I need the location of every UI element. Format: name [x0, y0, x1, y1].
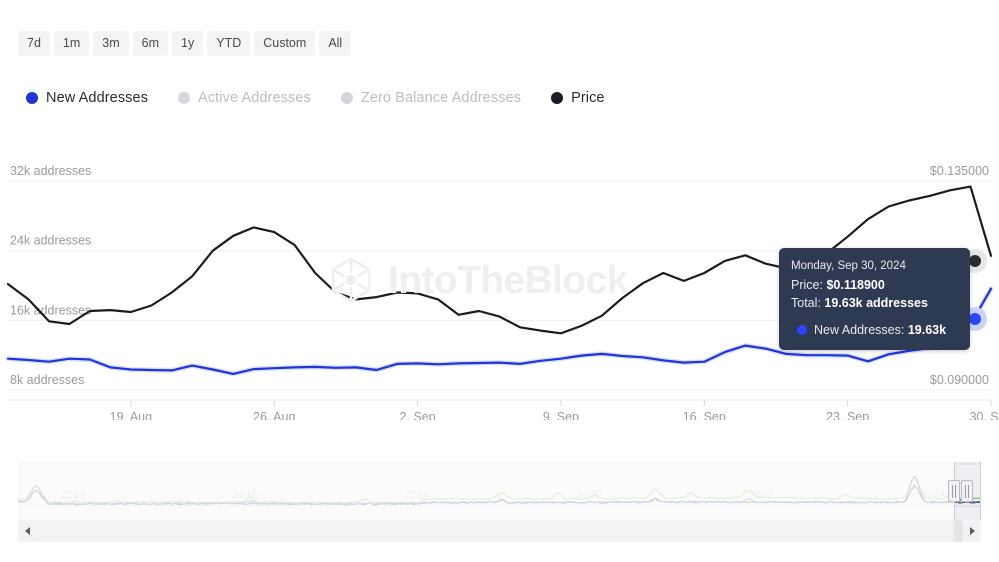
tooltip-series-row: New Addresses: 19.63k [791, 321, 958, 339]
legend-item-active-addresses[interactable]: Active Addresses [178, 90, 311, 106]
tooltip-series-label: New Addresses: [814, 322, 905, 337]
navigator-scrollbar[interactable] [18, 520, 981, 542]
x-axis-tick-label: 19. Aug [110, 410, 152, 420]
navigator-handle-right[interactable] [961, 480, 973, 502]
range-button-ytd[interactable]: YTD [207, 31, 251, 56]
tooltip-total-label: Total: [791, 295, 821, 310]
new-addresses-point-marker[interactable] [969, 313, 981, 325]
legend-label: Zero Balance Addresses [360, 90, 522, 106]
y-axis-left-tick-label: 16k addresses [10, 303, 91, 317]
chart-page: 7d 1m 3m 6m 1y YTD Custom All New Addres… [0, 0, 999, 562]
range-button-6m[interactable]: 6m [132, 31, 169, 56]
price-point-marker[interactable] [969, 255, 981, 267]
range-button-3m[interactable]: 3m [93, 31, 129, 56]
chevron-left-icon [24, 527, 30, 535]
x-axis-tick-label: 26. Aug [253, 410, 295, 420]
tooltip-total-value: 19.63k addresses [824, 295, 928, 310]
scrollbar-left-arrow-button[interactable] [18, 520, 36, 542]
range-button-custom[interactable]: Custom [254, 31, 316, 56]
tooltip-series-value: 19.63k [907, 322, 947, 337]
scrollbar-thumb[interactable] [954, 520, 963, 542]
y-axis-right-tick-label: $0.135000 [930, 164, 989, 178]
chart-navigator[interactable]: 201420162018202020222024 [18, 462, 981, 520]
legend-label: New Addresses [46, 90, 149, 106]
y-axis-left-tick-label: 32k addresses [10, 164, 91, 178]
range-button-7d[interactable]: 7d [18, 31, 50, 56]
legend-dot-icon [178, 92, 191, 104]
legend-item-price[interactable]: Price [551, 90, 605, 106]
legend-label: Active Addresses [198, 90, 311, 106]
x-axis-tick-label: 16. Sep [683, 410, 726, 420]
range-button-1y[interactable]: 1y [172, 31, 204, 56]
x-axis-tick-label: 2. Sep [400, 410, 436, 420]
legend-dot-icon [340, 92, 353, 104]
y-axis-right-tick-label: $0.090000 [930, 373, 989, 387]
navigator-handle-left[interactable] [948, 480, 960, 502]
tooltip-date: Monday, Sep 30, 2024 [791, 260, 906, 272]
tooltip-price-value: $0.118900 [826, 277, 885, 292]
y-axis-left-tick-label: 8k addresses [10, 373, 84, 387]
tooltip-price-row: Price: $0.118900 [791, 276, 958, 294]
range-button-all[interactable]: All [319, 31, 352, 56]
range-selector[interactable]: 7d 1m 3m 6m 1y YTD Custom All [18, 31, 352, 56]
chart-tooltip: Monday, Sep 30, 2024 Price: $0.118900 To… [779, 248, 970, 351]
legend-item-zero-balance-addresses[interactable]: Zero Balance Addresses [340, 90, 522, 106]
tooltip-total-row: Total: 19.63k addresses [791, 294, 958, 312]
x-axis-tick-label: 23. Sep [826, 410, 869, 420]
chart-legend: New Addresses Active Addresses Zero Bala… [26, 90, 605, 106]
x-axis-tick-label: 9. Sep [543, 410, 579, 420]
legend-dot-icon [551, 92, 564, 104]
legend-label: Price [571, 90, 605, 106]
tooltip-series-dot-icon [797, 324, 807, 335]
scrollbar-right-arrow-button[interactable] [963, 520, 981, 542]
tooltip-spacer [791, 312, 958, 321]
legend-item-new-addresses[interactable]: New Addresses [26, 90, 148, 106]
range-button-1m[interactable]: 1m [53, 31, 90, 56]
scrollbar-track[interactable] [36, 520, 963, 542]
legend-dot-icon [26, 92, 38, 104]
navigator-dim-left [18, 462, 954, 520]
x-axis-tick-label: 30. Sep [969, 410, 999, 420]
chevron-right-icon [969, 527, 975, 535]
tooltip-series-text: New Addresses: 19.63k [814, 321, 946, 339]
tooltip-price-label: Price: [791, 277, 823, 292]
y-axis-left-tick-label: 24k addresses [10, 234, 91, 248]
